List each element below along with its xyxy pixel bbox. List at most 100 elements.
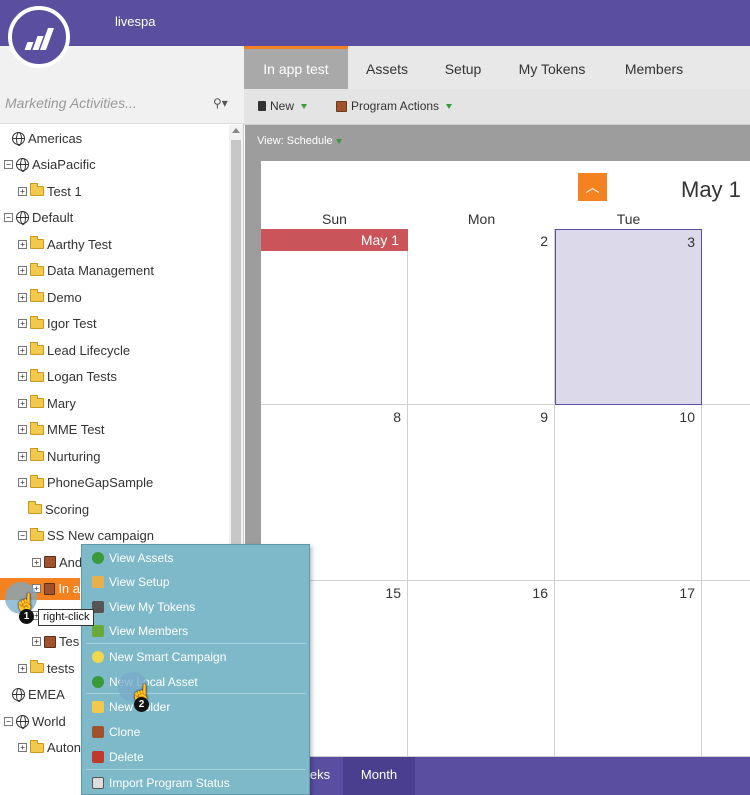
filter-tool-icon[interactable]: ⚲▾ (213, 96, 228, 110)
folder-icon (30, 739, 44, 753)
day-name-mon: Mon (467, 211, 496, 227)
menu-item-new-smart-campaign[interactable]: New Smart Campaign (92, 647, 226, 667)
folder-icon (30, 315, 44, 329)
menu-item-clone[interactable]: Clone (92, 722, 140, 742)
workspace-name[interactable]: livespa (115, 14, 155, 29)
program-actions-button[interactable]: Program Actions (336, 99, 453, 113)
tree-item-label: Auton (47, 740, 81, 755)
calendar-day-cell[interactable]: 9 (408, 405, 555, 581)
tree-item[interactable]: Scoring (28, 498, 89, 520)
tree-item[interactable]: EMEA (12, 684, 65, 706)
tab-my-tokens[interactable]: My Tokens (508, 46, 596, 89)
folder-icon (30, 368, 44, 382)
expand-icon[interactable]: + (18, 398, 27, 408)
tree-item[interactable]: Americas (12, 127, 82, 149)
calendar-day-cell[interactable]: 17 (555, 581, 702, 757)
tree-item[interactable]: + Aarthy Test (18, 233, 112, 255)
tree-item[interactable]: + Data Management (18, 260, 154, 282)
collapse-icon[interactable]: − (4, 160, 13, 169)
collapse-icon[interactable]: − (18, 531, 27, 540)
expand-icon[interactable]: + (18, 292, 27, 302)
tree-item[interactable]: + Auton (18, 737, 81, 759)
tree-item-label: Demo (47, 289, 82, 305)
month-view-tab[interactable]: Month (343, 757, 415, 795)
expand-icon[interactable]: + (18, 372, 27, 381)
marketo-logo-icon[interactable] (8, 6, 70, 68)
calendar-day-cell[interactable]: 3 (555, 229, 702, 405)
expand-icon[interactable]: + (32, 637, 41, 646)
tree-item[interactable]: + PhoneGapSample (18, 472, 153, 494)
tree-item-label: Americas (28, 130, 83, 146)
menu-item-view-setup[interactable]: View Setup (92, 572, 170, 592)
new-button[interactable]: New (258, 99, 308, 113)
expand-icon[interactable]: + (18, 743, 27, 752)
calendar-day-cell[interactable] (261, 229, 408, 405)
program-icon (44, 556, 56, 568)
tree-item-label: Tes (59, 634, 80, 649)
calendar-day-cell[interactable] (702, 405, 750, 581)
tree-item[interactable]: + Logan Tests (18, 366, 117, 388)
expand-icon[interactable]: + (18, 239, 27, 249)
tree-item[interactable]: − Default (4, 207, 73, 229)
menu-item-delete[interactable]: Delete (92, 747, 144, 767)
program-actions-label: Program Actions (351, 99, 440, 113)
expand-icon[interactable]: + (18, 266, 27, 275)
calendar-day-cell[interactable]: 16 (408, 581, 555, 757)
first-day-marker[interactable]: May 1 (261, 229, 408, 251)
expand-icon[interactable]: + (18, 186, 27, 196)
collapse-icon[interactable]: − (4, 716, 13, 726)
tree-item[interactable]: + Nurturing (18, 445, 100, 467)
clone-icon (92, 726, 104, 738)
tab-members[interactable]: Members (614, 46, 694, 89)
tree-item[interactable]: − World (4, 710, 66, 732)
expand-icon[interactable]: + (18, 451, 27, 461)
menu-item-import-program-status[interactable]: Import Program Status (92, 773, 230, 793)
tree-item[interactable]: − AsiaPacific (4, 154, 96, 176)
calendar-day-cell[interactable]: 10 (555, 405, 702, 581)
folder-icon (30, 421, 44, 435)
search-input[interactable]: Marketing Activities... (5, 95, 137, 111)
expand-icon[interactable]: + (18, 319, 27, 328)
tab-in-app-test[interactable]: In app test (244, 46, 348, 89)
top-header (0, 0, 750, 46)
tree-item[interactable]: + Lead Lifecycle (18, 339, 130, 361)
view-selector[interactable]: View: Schedule (257, 135, 342, 147)
members-icon (92, 625, 104, 637)
expand-icon[interactable]: + (18, 663, 27, 673)
collapse-icon[interactable]: − (4, 213, 13, 222)
tree-item[interactable]: + Demo (18, 286, 82, 308)
chevron-up-icon[interactable]: ︿ (578, 173, 607, 201)
expand-icon[interactable]: + (18, 478, 27, 487)
tree-item[interactable]: + Test 1 (18, 180, 82, 202)
menu-item-view-assets[interactable]: View Assets (92, 548, 173, 568)
tree-item[interactable]: + MME Test (18, 419, 105, 441)
tree-item[interactable]: + And (32, 551, 82, 573)
program-icon (336, 100, 347, 112)
menu-item-label: Import Program Status (109, 776, 230, 790)
menu-item-label: Delete (109, 750, 144, 764)
menu-item-view-members[interactable]: View Members (92, 621, 188, 641)
menu-item-view-my-tokens[interactable]: View My Tokens (92, 597, 195, 617)
day-number: 9 (540, 409, 548, 425)
right-click-label: right-click (38, 609, 95, 626)
folder-icon (92, 701, 104, 713)
expand-icon[interactable]: + (32, 557, 41, 567)
expand-icon[interactable]: + (18, 425, 27, 434)
tree-item[interactable]: + Mary (18, 392, 76, 414)
tab-setup[interactable]: Setup (430, 46, 496, 89)
tree-item[interactable]: + Igor Test (18, 313, 97, 335)
tree-item-label: World (32, 713, 66, 729)
expand-icon[interactable]: + (18, 345, 27, 355)
scroll-up-icon[interactable] (232, 128, 240, 133)
tree-item[interactable]: + tests (18, 657, 74, 679)
calendar-day-cell[interactable]: 2 (408, 229, 555, 405)
tree-item[interactable]: + Tes (32, 631, 79, 653)
tree-item-label: In a (58, 581, 80, 596)
day-number: 15 (385, 585, 401, 601)
tab-assets[interactable]: Assets (354, 46, 420, 89)
calendar-day-cell[interactable] (702, 581, 750, 757)
calendar-day-cell[interactable] (702, 229, 750, 405)
globe-icon (16, 211, 29, 225)
day-number: 2 (540, 233, 548, 249)
day-number: 10 (679, 409, 695, 425)
